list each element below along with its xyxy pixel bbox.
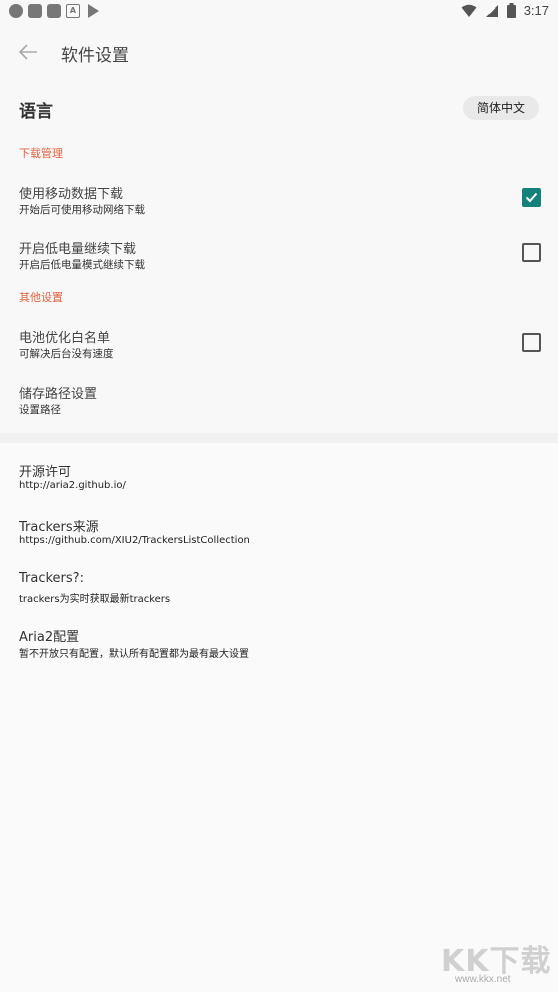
wifi-icon [461,4,477,17]
setting-title: 开启低电量继续下载 [19,242,137,257]
notification-dot-icon [9,4,23,18]
page-title: 软件设置 [61,46,129,66]
play-store-icon [88,4,99,18]
language-label: 语言 [19,102,53,122]
setting-subtitle: 设置路径 [19,404,61,416]
setting-subtitle: 开始后可使用移动网络下载 [19,204,145,216]
signal-icon [485,4,498,17]
notification-app-icon-2 [47,4,61,18]
info-title: 开源许可 [19,465,72,480]
watermark: KK下载 www.kkx.net [441,936,556,988]
setting-title: 电池优化白名单 [19,331,111,346]
watermark-url: www.kkx.net [455,974,511,985]
info-title: Aria2配置 [19,630,80,645]
battery-whitelist-checkbox[interactable] [522,333,541,352]
notification-app-icon [28,4,42,18]
setting-subtitle: 开启后低电量模式继续下载 [19,259,145,271]
check-icon [525,192,538,203]
section-header-download: 下载管理 [19,147,63,160]
font-a-icon: A [66,4,80,18]
status-bar: A 3:17 [0,0,558,24]
info-subtitle: 暂不开放只有配置，默认所有配置都为最有最大设置 [19,649,249,660]
setting-title: 储存路径设置 [19,387,98,402]
info-subtitle: https://github.com/XIU2/TrackersListColl… [19,535,250,546]
mobile-data-checkbox[interactable] [522,188,541,207]
setting-subtitle: 可解决后台没有速度 [19,348,114,360]
notification-icons: A [9,4,99,18]
system-icons: 3:17 [461,3,549,18]
info-title: Trackers?: [19,571,84,586]
clock: 3:17 [523,3,549,18]
toolbar: 软件设置 [0,24,558,80]
section-divider [0,433,558,443]
back-arrow-icon[interactable] [18,42,38,62]
setting-title: 使用移动数据下载 [19,187,124,202]
info-subtitle: trackers为实时获取最新trackers [19,594,171,605]
low-battery-checkbox[interactable] [522,243,541,262]
language-select-button[interactable]: 简体中文 [463,96,539,120]
battery-icon [506,3,516,18]
section-header-other: 其他设置 [19,291,63,304]
info-subtitle: http://aria2.github.io/ [19,480,126,491]
info-title: Trackers来源 [19,520,99,535]
